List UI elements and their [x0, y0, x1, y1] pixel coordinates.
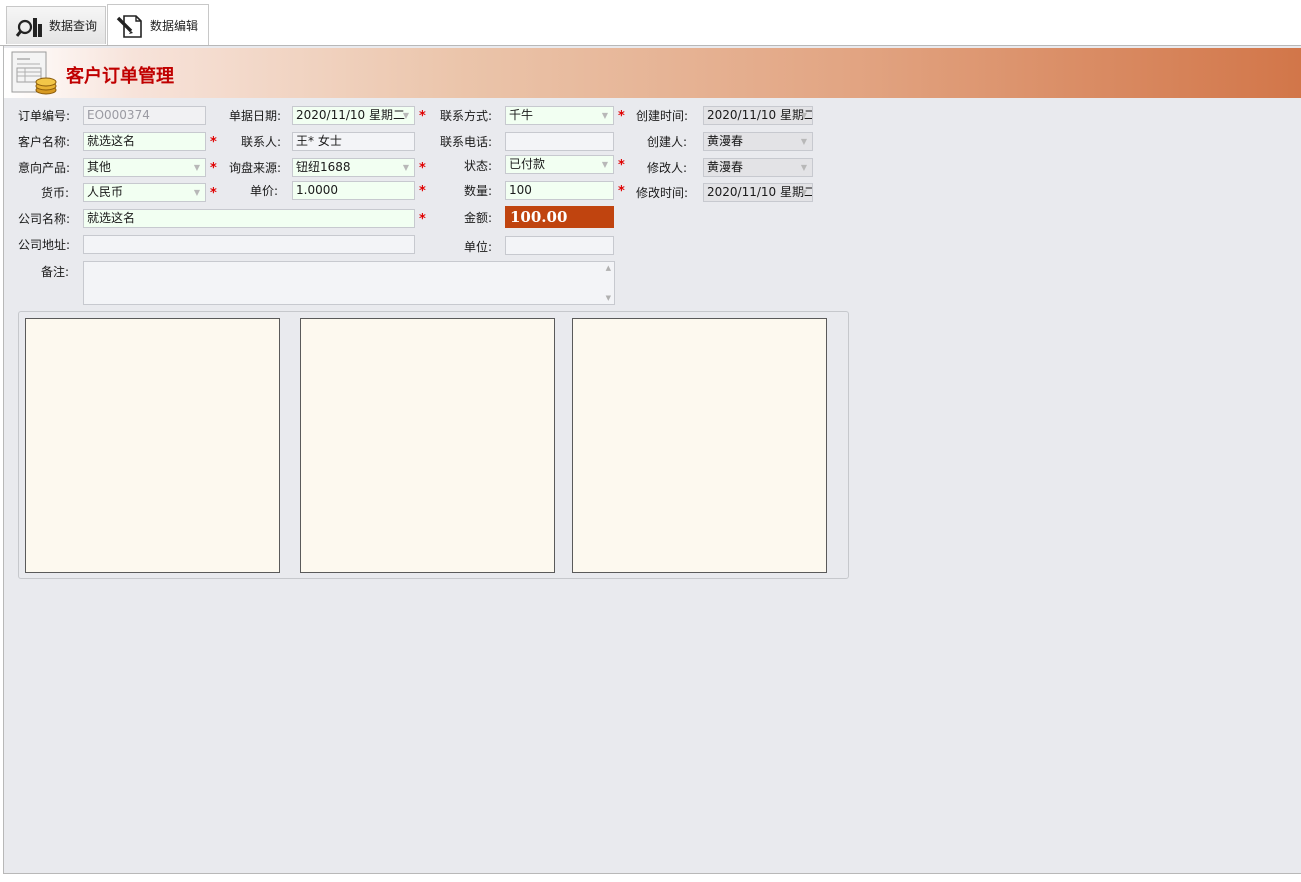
- chevron-down-icon[interactable]: ▼: [798, 184, 810, 201]
- unit-label: 单位:: [464, 240, 493, 254]
- image-box-1[interactable]: [25, 318, 280, 573]
- page-header: 客户订单管理: [4, 48, 1301, 98]
- unit-field[interactable]: [505, 236, 614, 255]
- order-date-value: 2020/11/10 星期二: [296, 108, 405, 122]
- chevron-down-icon[interactable]: ▼: [599, 156, 611, 173]
- required-mark: *: [419, 109, 426, 124]
- page-title: 客户订单管理: [66, 66, 174, 87]
- company-name-label: 公司名称:: [18, 212, 71, 226]
- quantity-field[interactable]: 100: [505, 181, 614, 200]
- image-box-2[interactable]: [300, 318, 555, 573]
- chevron-down-icon[interactable]: ▼: [191, 184, 203, 201]
- inquiry-source-value: 钮纽1688: [296, 160, 351, 174]
- inquiry-source-label: 询盘来源:: [229, 161, 282, 175]
- contact-method-label: 联系方式:: [440, 109, 493, 123]
- company-address-label: 公司地址:: [18, 238, 71, 252]
- chevron-down-icon[interactable]: ▼: [599, 107, 611, 124]
- creator-field[interactable]: 黄漫春 ▼: [703, 132, 813, 151]
- tab-data-query[interactable]: 数据查询: [6, 6, 106, 44]
- amount-field: 100.00: [505, 206, 614, 228]
- contact-phone-field[interactable]: [505, 132, 614, 151]
- status-label: 状态:: [464, 159, 493, 173]
- required-mark: *: [419, 184, 426, 199]
- contact-person-field[interactable]: 王* 女士: [292, 132, 415, 151]
- required-mark: *: [210, 135, 217, 150]
- chevron-down-icon[interactable]: ▼: [191, 159, 203, 176]
- company-name-field[interactable]: 就选这名: [83, 209, 415, 228]
- creator-value: 黄漫春: [707, 134, 744, 148]
- remarks-label: 备注:: [41, 265, 70, 279]
- unit-price-label: 单价:: [250, 184, 279, 198]
- product-label: 意向产品:: [18, 161, 71, 175]
- scroll-up-icon[interactable]: ▲: [606, 264, 611, 272]
- customer-name-field[interactable]: 就选这名: [83, 132, 206, 151]
- contact-method-value: 千牛: [509, 108, 534, 122]
- required-mark: *: [210, 161, 217, 176]
- modifier-label: 修改人:: [647, 161, 688, 175]
- scroll-down-icon[interactable]: ▼: [606, 294, 611, 302]
- chevron-down-icon[interactable]: ▼: [798, 133, 810, 150]
- chevron-down-icon[interactable]: ▼: [400, 107, 412, 124]
- tab-data-edit[interactable]: 数据编辑: [107, 4, 209, 46]
- status-value: 已付款: [509, 157, 546, 171]
- edit-document-icon: [116, 14, 142, 38]
- chevron-down-icon[interactable]: ▼: [400, 159, 412, 176]
- modified-time-label: 修改时间:: [636, 186, 689, 200]
- document-coins-icon: [11, 51, 57, 95]
- amount-label: 金额:: [464, 211, 493, 225]
- chevron-down-icon[interactable]: ▼: [798, 159, 810, 176]
- modified-time-field[interactable]: 2020/11/10 星期二 ▼: [703, 183, 813, 202]
- required-mark: *: [618, 109, 625, 124]
- order-no-label: 订单编号:: [18, 109, 71, 123]
- image-box-3[interactable]: [572, 318, 827, 573]
- order-no-field[interactable]: EO000374: [83, 106, 206, 125]
- required-mark: *: [618, 158, 625, 173]
- search-chart-icon: [15, 17, 42, 37]
- company-address-field[interactable]: [83, 235, 415, 254]
- creator-label: 创建人:: [647, 135, 688, 149]
- product-field[interactable]: 其他 ▼: [83, 158, 206, 177]
- tab-bar: 数据查询 数据编辑: [0, 0, 1301, 46]
- customer-name-label: 客户名称:: [18, 135, 71, 149]
- created-time-label: 创建时间:: [636, 109, 689, 123]
- created-time-field[interactable]: 2020/11/10 星期二 ▼: [703, 106, 813, 125]
- contact-phone-label: 联系电话:: [440, 135, 493, 149]
- inquiry-source-field[interactable]: 钮纽1688 ▼: [292, 158, 415, 177]
- contact-person-label: 联系人:: [241, 135, 282, 149]
- product-value: 其他: [87, 160, 112, 174]
- currency-label: 货币:: [41, 186, 70, 200]
- tab-data-edit-label: 数据编辑: [150, 19, 199, 33]
- chevron-down-icon[interactable]: ▼: [798, 107, 810, 124]
- modifier-value: 黄漫春: [707, 160, 744, 174]
- status-field[interactable]: 已付款 ▼: [505, 155, 614, 174]
- contact-method-field[interactable]: 千牛 ▼: [505, 106, 614, 125]
- required-mark: *: [419, 212, 426, 227]
- order-date-label: 单据日期:: [229, 109, 282, 123]
- order-date-field[interactable]: 2020/11/10 星期二 ▼: [292, 106, 415, 125]
- required-mark: *: [210, 186, 217, 201]
- required-mark: *: [419, 161, 426, 176]
- required-mark: *: [618, 184, 625, 199]
- currency-field[interactable]: 人民币 ▼: [83, 183, 206, 202]
- tab-data-query-label: 数据查询: [48, 19, 97, 33]
- unit-price-field[interactable]: 1.0000: [292, 181, 415, 200]
- currency-value: 人民币: [87, 185, 124, 199]
- quantity-label: 数量:: [464, 184, 493, 198]
- modifier-field[interactable]: 黄漫春 ▼: [703, 158, 813, 177]
- remarks-field[interactable]: ▲ ▼: [83, 261, 615, 305]
